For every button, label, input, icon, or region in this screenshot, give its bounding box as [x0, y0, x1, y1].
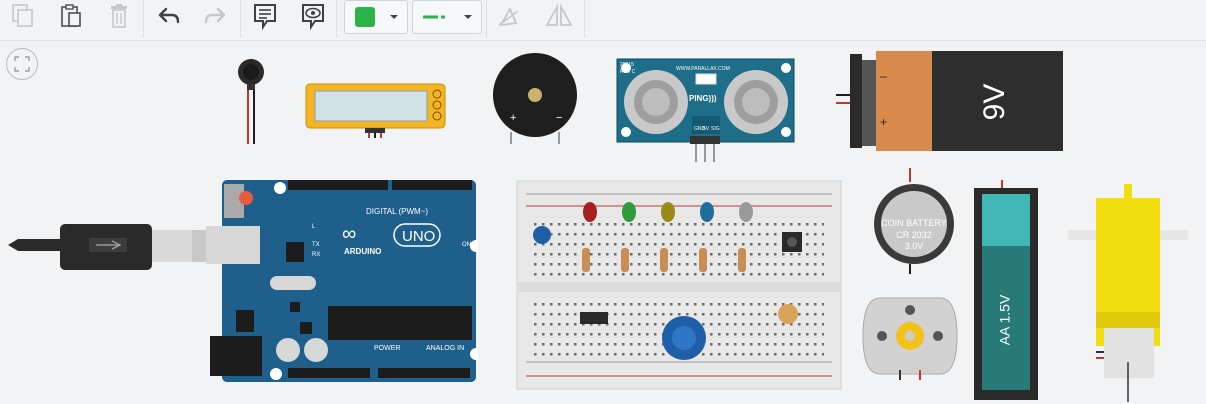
notes-icon[interactable] — [250, 0, 280, 32]
vibration-motor[interactable] — [236, 58, 266, 148]
model-text: 28015 — [620, 62, 634, 68]
toolbar — [0, 0, 1206, 41]
rev-text: REV C — [620, 69, 636, 75]
chevron-down-icon — [464, 15, 472, 19]
fill-color-chip — [355, 7, 375, 27]
dc-motor[interactable] — [862, 296, 958, 382]
delete-icon[interactable] — [104, 0, 134, 32]
coin-battery-line1: COIN BATTERY — [881, 218, 947, 228]
zoom-to-fit-button[interactable] — [6, 48, 38, 80]
uno-label: UNO — [402, 228, 435, 245]
tx-label: TX — [312, 242, 320, 248]
ping-text: PING))) — [689, 94, 717, 103]
piezo-buzzer[interactable]: + − — [492, 52, 580, 144]
brand-text: WWW.PARALLAX.COM — [676, 66, 730, 72]
copy-icon[interactable] — [8, 0, 38, 32]
separator — [584, 0, 585, 38]
analog-label: ANALOG IN — [426, 345, 464, 352]
line-style-swatch[interactable] — [412, 0, 482, 34]
battery-9v-label: 9V — [978, 84, 1011, 121]
undo-icon[interactable] — [154, 0, 184, 32]
coin-battery-line2: CR 2032 — [896, 230, 932, 240]
plus-terminal-label: + — [880, 115, 887, 129]
fill-color-swatch[interactable] — [344, 0, 408, 34]
svg-text:+: + — [510, 112, 516, 124]
separator — [486, 0, 487, 38]
usb-cable[interactable] — [4, 212, 224, 274]
chevron-down-icon — [390, 15, 398, 19]
svg-text:−: − — [556, 112, 562, 124]
mirror-icon[interactable] — [542, 0, 576, 32]
line-style-icon — [423, 15, 445, 19]
rotate-icon[interactable] — [494, 0, 524, 32]
fit-view-icon — [14, 56, 30, 72]
coin-battery[interactable]: COIN BATTERY CR 2032 3.0V — [872, 168, 956, 276]
separator — [240, 0, 241, 38]
arduino-uno[interactable]: DIGITAL (PWM~) POWER ANALOG IN ∞ UNO ARD… — [206, 178, 478, 384]
breadboard[interactable] — [516, 180, 842, 390]
ultrasonic-sensor[interactable]: 28015 REV C WWW.PARALLAX.COM PING))) GND… — [616, 58, 796, 164]
digital-label: DIGITAL (PWM~) — [366, 207, 428, 216]
minus-terminal-label: – — [880, 69, 887, 83]
paste-icon[interactable] — [56, 0, 86, 32]
power-label: POWER — [374, 345, 400, 352]
separator — [143, 0, 144, 38]
separator — [336, 0, 337, 38]
coin-battery-line3: 3.0V — [905, 241, 924, 251]
redo-icon[interactable] — [200, 0, 230, 32]
view-icon[interactable] — [298, 0, 328, 32]
infinity-logo: ∞ — [342, 223, 356, 245]
on-label: ON — [462, 242, 471, 248]
pin-5v-label: 5V — [703, 126, 710, 132]
arduino-brand: ARDUINO — [344, 247, 381, 256]
aa-battery-label: AA 1.5V — [997, 294, 1013, 345]
rx-label: RX — [312, 252, 320, 258]
gear-motor[interactable] — [1068, 182, 1188, 404]
battery-9v[interactable]: – + 9V — [836, 50, 1066, 154]
aa-battery[interactable]: AA 1.5V — [972, 180, 1040, 402]
lcd-module[interactable] — [305, 83, 447, 139]
pin-sig-label: SIG — [711, 126, 720, 132]
